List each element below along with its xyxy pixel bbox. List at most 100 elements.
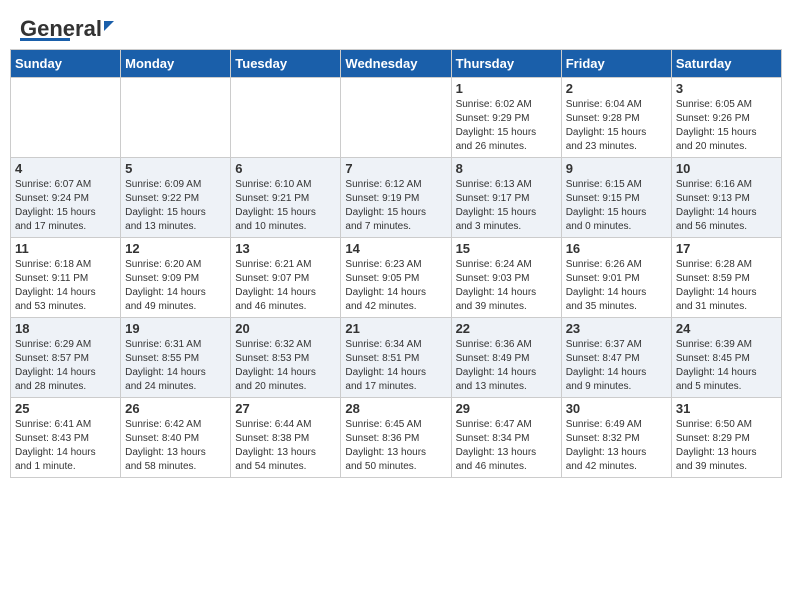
calendar-cell: 1 Sunrise: 6:02 AM Sunset: 9:29 PM Daylig… xyxy=(451,78,561,158)
day-number: 25 xyxy=(15,401,116,416)
calendar-cell: 10Sunrise: 6:16 AM Sunset: 9:13 PM Dayli… xyxy=(671,158,781,238)
column-header-saturday: Saturday xyxy=(671,50,781,78)
calendar-week-row: 11 Sunrise: 6:18 AM Sunset: 9:11 PM Dayli… xyxy=(11,238,782,318)
day-number: 11 xyxy=(15,241,116,256)
column-header-wednesday: Wednesday xyxy=(341,50,451,78)
calendar-cell xyxy=(121,78,231,158)
day-info: Sunrise: 6:20 AM Sunset: 9:09 PM Dayligh… xyxy=(125,258,226,314)
calendar-cell: 4 Sunrise: 6:07 AM Sunset: 9:24 PM Daylig… xyxy=(11,158,121,238)
calendar-cell: 12 Sunrise: 6:20 AM Sunset: 9:09 PM Dayli… xyxy=(121,238,231,318)
day-number: 29 xyxy=(456,401,557,416)
day-info: Sunrise: 6:31 AM Sunset: 8:55 PM Dayligh… xyxy=(125,338,226,394)
day-info: Sunrise: 6:37 AM Sunset: 8:47 PM Dayligh… xyxy=(566,338,667,394)
day-info: Sunrise: 6:07 AM Sunset: 9:24 PM Dayligh… xyxy=(15,178,116,234)
day-number: 4 xyxy=(15,161,116,176)
calendar-cell xyxy=(341,78,451,158)
calendar-cell: 31 Sunrise: 6:50 AM Sunset: 8:29 PM Dayli… xyxy=(671,398,781,478)
day-info: Sunrise: 6:10 AM Sunset: 9:21 PM Dayligh… xyxy=(235,178,336,234)
day-number: 15 xyxy=(456,241,557,256)
day-info: Sunrise: 6:44 AM Sunset: 8:38 PM Dayligh… xyxy=(235,418,336,474)
day-number: 3 xyxy=(676,81,777,96)
page-header: General xyxy=(0,0,792,49)
calendar-wrapper: SundayMondayTuesdayWednesdayThursdayFrid… xyxy=(0,49,792,488)
day-number: 21 xyxy=(345,321,446,336)
calendar-cell: 11 Sunrise: 6:18 AM Sunset: 9:11 PM Dayli… xyxy=(11,238,121,318)
day-number: 17 xyxy=(676,241,777,256)
day-number: 28 xyxy=(345,401,446,416)
day-number: 13 xyxy=(235,241,336,256)
calendar-week-row: 18 Sunrise: 6:29 AM Sunset: 8:57 PM Dayli… xyxy=(11,318,782,398)
day-info: Sunrise: 6:47 AM Sunset: 8:34 PM Dayligh… xyxy=(456,418,557,474)
column-header-tuesday: Tuesday xyxy=(231,50,341,78)
day-number: 5 xyxy=(125,161,226,176)
day-number: 8 xyxy=(456,161,557,176)
day-info: Sunrise: 6:04 AM Sunset: 9:28 PM Dayligh… xyxy=(566,98,667,154)
column-header-sunday: Sunday xyxy=(11,50,121,78)
day-info: Sunrise: 6:12 AM Sunset: 9:19 PM Dayligh… xyxy=(345,178,446,234)
calendar-cell: 30Sunrise: 6:49 AM Sunset: 8:32 PM Dayli… xyxy=(561,398,671,478)
day-info: Sunrise: 6:24 AM Sunset: 9:03 PM Dayligh… xyxy=(456,258,557,314)
day-info: Sunrise: 6:32 AM Sunset: 8:53 PM Dayligh… xyxy=(235,338,336,394)
calendar-cell: 25Sunrise: 6:41 AM Sunset: 8:43 PM Dayli… xyxy=(11,398,121,478)
calendar-cell: 19Sunrise: 6:31 AM Sunset: 8:55 PM Dayli… xyxy=(121,318,231,398)
day-info: Sunrise: 6:02 AM Sunset: 9:29 PM Dayligh… xyxy=(456,98,557,154)
calendar-cell: 9Sunrise: 6:15 AM Sunset: 9:15 PM Daylig… xyxy=(561,158,671,238)
calendar-cell xyxy=(231,78,341,158)
day-info: Sunrise: 6:09 AM Sunset: 9:22 PM Dayligh… xyxy=(125,178,226,234)
day-info: Sunrise: 6:42 AM Sunset: 8:40 PM Dayligh… xyxy=(125,418,226,474)
calendar-cell: 28 Sunrise: 6:45 AM Sunset: 8:36 PM Dayli… xyxy=(341,398,451,478)
logo: General xyxy=(20,16,114,41)
day-number: 12 xyxy=(125,241,226,256)
column-header-monday: Monday xyxy=(121,50,231,78)
calendar-cell: 21 Sunrise: 6:34 AM Sunset: 8:51 PM Dayli… xyxy=(341,318,451,398)
calendar-cell: 23Sunrise: 6:37 AM Sunset: 8:47 PM Dayli… xyxy=(561,318,671,398)
day-number: 27 xyxy=(235,401,336,416)
calendar-cell: 13 Sunrise: 6:21 AM Sunset: 9:07 PM Dayli… xyxy=(231,238,341,318)
day-info: Sunrise: 6:50 AM Sunset: 8:29 PM Dayligh… xyxy=(676,418,777,474)
calendar-cell: 29 Sunrise: 6:47 AM Sunset: 8:34 PM Dayli… xyxy=(451,398,561,478)
day-info: Sunrise: 6:21 AM Sunset: 9:07 PM Dayligh… xyxy=(235,258,336,314)
day-info: Sunrise: 6:34 AM Sunset: 8:51 PM Dayligh… xyxy=(345,338,446,394)
calendar-cell: 24 Sunrise: 6:39 AM Sunset: 8:45 PM Dayli… xyxy=(671,318,781,398)
calendar-cell: 6 Sunrise: 6:10 AM Sunset: 9:21 PM Daylig… xyxy=(231,158,341,238)
calendar-cell: 5 Sunrise: 6:09 AM Sunset: 9:22 PM Daylig… xyxy=(121,158,231,238)
day-number: 24 xyxy=(676,321,777,336)
day-info: Sunrise: 6:29 AM Sunset: 8:57 PM Dayligh… xyxy=(15,338,116,394)
day-info: Sunrise: 6:13 AM Sunset: 9:17 PM Dayligh… xyxy=(456,178,557,234)
calendar-cell: 2 Sunrise: 6:04 AM Sunset: 9:28 PM Daylig… xyxy=(561,78,671,158)
day-info: Sunrise: 6:23 AM Sunset: 9:05 PM Dayligh… xyxy=(345,258,446,314)
calendar-week-row: 4 Sunrise: 6:07 AM Sunset: 9:24 PM Daylig… xyxy=(11,158,782,238)
day-info: Sunrise: 6:45 AM Sunset: 8:36 PM Dayligh… xyxy=(345,418,446,474)
calendar-cell: 14 Sunrise: 6:23 AM Sunset: 9:05 PM Dayli… xyxy=(341,238,451,318)
calendar-cell: 26Sunrise: 6:42 AM Sunset: 8:40 PM Dayli… xyxy=(121,398,231,478)
calendar-cell: 27 Sunrise: 6:44 AM Sunset: 8:38 PM Dayli… xyxy=(231,398,341,478)
day-number: 18 xyxy=(15,321,116,336)
day-info: Sunrise: 6:39 AM Sunset: 8:45 PM Dayligh… xyxy=(676,338,777,394)
day-number: 7 xyxy=(345,161,446,176)
day-number: 14 xyxy=(345,241,446,256)
calendar-header-row: SundayMondayTuesdayWednesdayThursdayFrid… xyxy=(11,50,782,78)
day-info: Sunrise: 6:49 AM Sunset: 8:32 PM Dayligh… xyxy=(566,418,667,474)
day-number: 6 xyxy=(235,161,336,176)
day-number: 31 xyxy=(676,401,777,416)
day-number: 2 xyxy=(566,81,667,96)
calendar-cell xyxy=(11,78,121,158)
calendar-cell: 15 Sunrise: 6:24 AM Sunset: 9:03 PM Dayli… xyxy=(451,238,561,318)
day-number: 22 xyxy=(456,321,557,336)
day-info: Sunrise: 6:18 AM Sunset: 9:11 PM Dayligh… xyxy=(15,258,116,314)
column-header-thursday: Thursday xyxy=(451,50,561,78)
calendar-cell: 22Sunrise: 6:36 AM Sunset: 8:49 PM Dayli… xyxy=(451,318,561,398)
day-number: 16 xyxy=(566,241,667,256)
day-info: Sunrise: 6:16 AM Sunset: 9:13 PM Dayligh… xyxy=(676,178,777,234)
calendar-cell: 16 Sunrise: 6:26 AM Sunset: 9:01 PM Dayli… xyxy=(561,238,671,318)
calendar-table: SundayMondayTuesdayWednesdayThursdayFrid… xyxy=(10,49,782,478)
logo-underline xyxy=(20,38,70,41)
calendar-cell: 17 Sunrise: 6:28 AM Sunset: 8:59 PM Dayli… xyxy=(671,238,781,318)
calendar-body: 1 Sunrise: 6:02 AM Sunset: 9:29 PM Daylig… xyxy=(11,78,782,478)
calendar-cell: 3Sunrise: 6:05 AM Sunset: 9:26 PM Daylig… xyxy=(671,78,781,158)
day-info: Sunrise: 6:28 AM Sunset: 8:59 PM Dayligh… xyxy=(676,258,777,314)
column-header-friday: Friday xyxy=(561,50,671,78)
day-info: Sunrise: 6:26 AM Sunset: 9:01 PM Dayligh… xyxy=(566,258,667,314)
day-number: 1 xyxy=(456,81,557,96)
day-number: 20 xyxy=(235,321,336,336)
